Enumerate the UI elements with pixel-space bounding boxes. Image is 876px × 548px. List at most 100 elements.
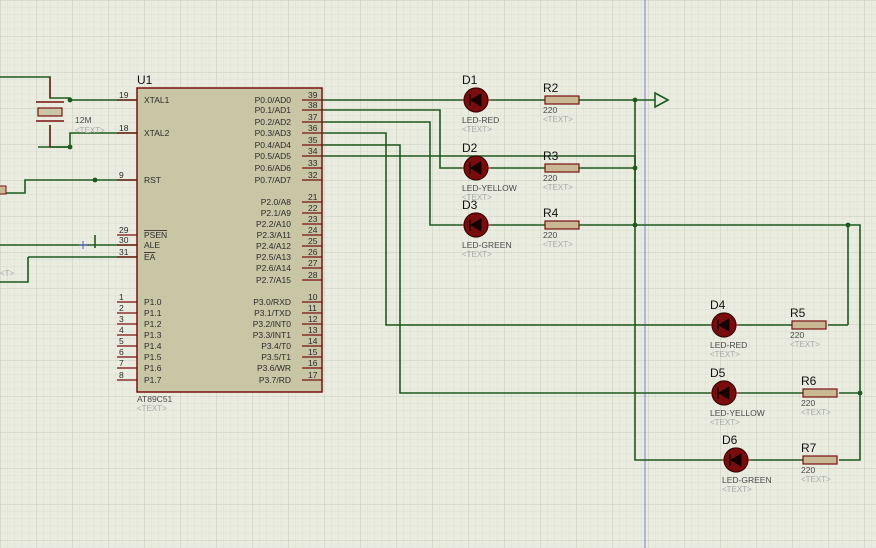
pin-number: 25 (308, 236, 318, 246)
pin-label: P3.3/INT1 (253, 330, 292, 340)
pin-label: P1.0 (144, 297, 162, 307)
resistor-body[interactable] (802, 455, 838, 465)
pin-label: P3.7/RD (259, 375, 291, 385)
pin-label: P0.6/AD6 (255, 163, 292, 173)
resistor-ref: R3 (543, 149, 559, 163)
resistor-body[interactable] (791, 320, 827, 330)
pin-label: P1.5 (144, 352, 162, 362)
resistor-ref: R6 (801, 374, 817, 388)
led-text: <TEXT> (710, 418, 740, 427)
pin-number: 29 (119, 225, 129, 235)
pin-number: 23 (308, 214, 318, 224)
pin-number: 17 (308, 370, 318, 380)
resistor-body[interactable] (544, 163, 580, 173)
pin-number: 14 (308, 336, 318, 346)
pin-number: 36 (308, 123, 318, 133)
pin-number: 31 (119, 247, 129, 257)
mcu-text: <TEXT> (137, 404, 167, 413)
pin-number: 28 (308, 270, 318, 280)
pin-number: 26 (308, 247, 318, 257)
pin-label: P2.3/A11 (257, 230, 292, 240)
pin-number: 12 (308, 314, 318, 324)
led-ref: D5 (710, 366, 726, 380)
pin-number: 4 (119, 325, 124, 335)
resistor-value: 220 (543, 105, 557, 115)
pin-label: P0.5/AD5 (255, 151, 292, 161)
offscreen-text-label: <T> (0, 269, 15, 278)
led-type: LED-RED (710, 340, 747, 350)
pin-label: RST (144, 175, 161, 185)
resistor-text: <TEXT> (801, 408, 831, 417)
resistor-body[interactable] (544, 220, 580, 230)
pin-number: 1 (119, 292, 124, 302)
pin-label: P1.3 (144, 330, 162, 340)
pin-label: P0.2/AD2 (255, 117, 292, 127)
resistor-ref: R4 (543, 206, 559, 220)
pin-number: 19 (119, 90, 129, 100)
resistor-ref: R5 (790, 306, 806, 320)
resistor-body[interactable] (802, 388, 838, 398)
resistor-value: 220 (543, 173, 557, 183)
led-text: <TEXT> (462, 250, 492, 259)
pin-label: P3.0/RXD (253, 297, 291, 307)
resistor-ref: R2 (543, 81, 559, 95)
mcu-u1[interactable]: U1 AT89C51 <TEXT> 19 XTAL118 XTAL29 RST29 PS… (117, 73, 323, 413)
led-text: <TEXT> (722, 485, 752, 494)
pin-label: P3.5/T1 (261, 352, 291, 362)
pin-label: P2.5/A13 (256, 252, 291, 262)
crystal-text: <TEXT> (75, 126, 105, 135)
pin-label: P2.0/A8 (261, 197, 292, 207)
pin-number: 39 (308, 90, 318, 100)
pin-label: P1.1 (144, 308, 162, 318)
pin-label: P0.3/AD3 (255, 128, 292, 138)
pin-label: P3.4/T0 (261, 341, 291, 351)
pin-label: P0.0/AD0 (255, 95, 292, 105)
resistor-ref: R7 (801, 441, 817, 455)
resistor-value: 220 (790, 330, 804, 340)
pin-number: 15 (308, 347, 318, 357)
led-ref: D4 (710, 298, 726, 312)
pin-label: P3.6/WR (257, 363, 291, 373)
resistor-text: <TEXT> (543, 115, 573, 124)
pin-number: 2 (119, 303, 124, 313)
led-type: LED-GREEN (462, 240, 512, 250)
pin-number: 9 (119, 170, 124, 180)
pin-number: 32 (308, 170, 318, 180)
pin-label: EA (144, 252, 156, 262)
pin-label: P1.6 (144, 363, 162, 373)
resistor-value: 220 (801, 398, 815, 408)
led-ref: D1 (462, 73, 478, 87)
led-ref: D6 (722, 433, 738, 447)
schematic-canvas[interactable]: 12M <TEXT> <T> U1 AT89C51 <TEXT> 19 XTAL1… (0, 0, 876, 548)
pin-label: P0.1/AD1 (255, 105, 292, 115)
resistor-body[interactable] (544, 95, 580, 105)
mcu-ref: U1 (137, 73, 153, 87)
pin-label: P2.6/A14 (256, 263, 291, 273)
led-ref: D2 (462, 141, 478, 155)
mcu-right-pins: 39 P0.0/AD0 38 P0.1/AD1 37 P0.2/AD2 36 P0.3/AD3… (253, 90, 322, 385)
led-text: <TEXT> (710, 350, 740, 359)
led-ref: D3 (462, 198, 478, 212)
led-type: LED-RED (462, 115, 499, 125)
resistor-text: <TEXT> (543, 183, 573, 192)
pin-number: 10 (308, 292, 318, 302)
led-type: LED-YELLOW (462, 183, 517, 193)
pin-label: P3.1/TXD (254, 308, 291, 318)
pin-number: 11 (308, 303, 317, 313)
pin-label: P1.4 (144, 341, 162, 351)
pin-number: 3 (119, 314, 124, 324)
pin-number: 8 (119, 370, 124, 380)
pin-label: P0.4/AD4 (255, 140, 292, 150)
resistor-text: <TEXT> (790, 340, 820, 349)
offscreen-resistor-top[interactable] (0, 185, 7, 195)
pin-number: 33 (308, 158, 318, 168)
pin-label: P1.2 (144, 319, 162, 329)
pin-label: ALE (144, 240, 160, 250)
pin-number: 6 (119, 347, 124, 357)
pin-label: XTAL1 (144, 95, 170, 105)
pin-number: 27 (308, 258, 318, 268)
resistor-value: 220 (543, 230, 557, 240)
pin-label: P2.2/A10 (256, 219, 291, 229)
pin-label: P3.2/INT0 (253, 319, 292, 329)
pin-number: 35 (308, 135, 318, 145)
